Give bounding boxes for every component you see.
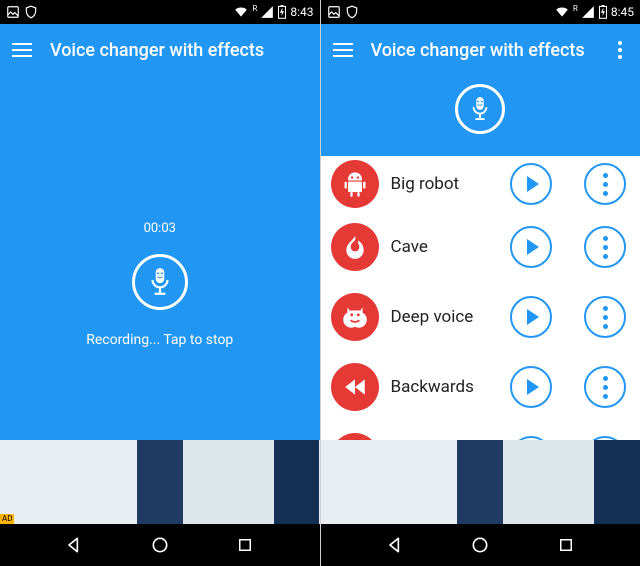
microphone-icon [147, 267, 173, 297]
signal-icon [581, 5, 595, 19]
home-button[interactable] [149, 534, 171, 556]
status-bar: R 8:45 [321, 0, 640, 24]
ad-banner[interactable] [321, 440, 640, 524]
menu-icon[interactable] [12, 43, 32, 57]
flame-icon [331, 223, 379, 271]
recent-apps-button[interactable] [555, 534, 577, 556]
microphone-icon [469, 96, 491, 122]
signal-roaming-icon: R [252, 4, 257, 13]
signal-icon [260, 5, 274, 19]
effect-row: Big robot [321, 156, 640, 212]
image-icon [6, 5, 20, 19]
play-icon [527, 176, 539, 192]
app-bar: Voice changer with effects [0, 24, 320, 76]
status-time: 8:43 [290, 5, 313, 19]
status-bar: R 8:43 [0, 0, 320, 24]
play-icon [527, 239, 539, 255]
play-button[interactable] [510, 226, 552, 268]
home-button[interactable] [469, 534, 491, 556]
overflow-menu-button[interactable] [612, 41, 628, 59]
signal-roaming-icon: R [573, 4, 578, 13]
effects-list[interactable]: Big robotCaveDeep voiceBackwardsMonster [321, 156, 640, 450]
more-options-button[interactable] [584, 163, 626, 205]
app-title: Voice changer with effects [50, 40, 264, 61]
app-bar: Voice changer with effects [321, 24, 640, 76]
status-time: 8:45 [611, 5, 634, 19]
play-icon [527, 379, 539, 395]
navigation-bar [321, 524, 640, 566]
play-button[interactable] [510, 163, 552, 205]
ad-label: AD [0, 514, 14, 524]
recording-status: Recording... Tap to stop [86, 332, 233, 348]
recording-timer: 00:03 [144, 221, 176, 236]
more-options-button[interactable] [584, 226, 626, 268]
ad-banner[interactable] [0, 440, 320, 524]
devil-icon [331, 293, 379, 341]
more-options-button[interactable] [584, 296, 626, 338]
menu-icon[interactable] [333, 43, 353, 57]
effect-row: Cave [321, 212, 640, 282]
shield-icon [345, 5, 359, 19]
app-hero: Voice changer with effects [321, 24, 640, 156]
screenshot-effects: R 8:45 Voice changer with effects [321, 0, 640, 566]
more-icon [603, 236, 608, 259]
effect-row: Backwards [321, 352, 640, 422]
back-button[interactable] [63, 534, 85, 556]
effect-label: Backwards [391, 377, 499, 397]
screenshot-recording: R 8:43 Voice changer with effects 00:03 [0, 0, 320, 566]
more-icon [603, 173, 608, 196]
wifi-icon [554, 5, 570, 19]
effect-label: Cave [391, 237, 499, 257]
effect-row: Deep voice [321, 282, 640, 352]
battery-charging-icon [277, 5, 287, 19]
android-icon [331, 160, 379, 208]
image-icon [327, 5, 341, 19]
record-stop-button[interactable] [132, 254, 188, 310]
battery-charging-icon [598, 5, 608, 19]
more-icon [603, 306, 608, 329]
effect-label: Big robot [391, 174, 499, 194]
navigation-bar [0, 524, 320, 566]
recent-apps-button[interactable] [234, 534, 256, 556]
play-button[interactable] [510, 296, 552, 338]
shield-icon [24, 5, 38, 19]
wifi-icon [233, 5, 249, 19]
recording-panel: 00:03 Recording... Tap to stop [0, 76, 320, 492]
more-icon [603, 376, 608, 399]
record-button[interactable] [455, 84, 505, 134]
play-button[interactable] [510, 366, 552, 408]
back-button[interactable] [384, 534, 406, 556]
app-title: Voice changer with effects [371, 40, 585, 61]
rewind-icon [331, 363, 379, 411]
play-icon [527, 309, 539, 325]
more-options-button[interactable] [584, 366, 626, 408]
effect-label: Deep voice [391, 307, 499, 327]
